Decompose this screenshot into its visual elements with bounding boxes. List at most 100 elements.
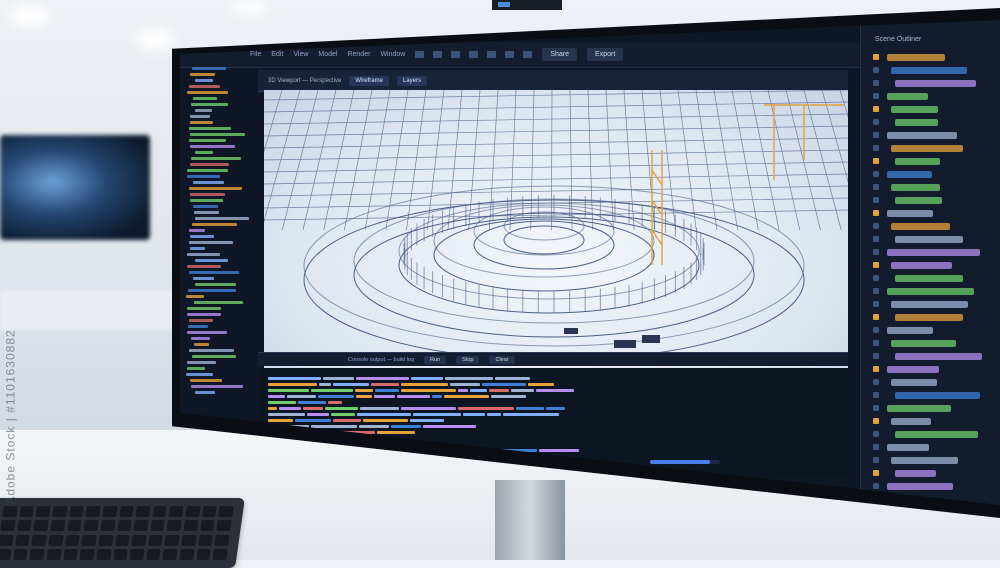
outliner-item[interactable] [891, 379, 938, 386]
outliner-item[interactable] [887, 288, 974, 295]
outliner-item[interactable] [891, 223, 950, 230]
outliner-item-icon [873, 457, 879, 463]
outliner-item[interactable] [891, 457, 958, 464]
outliner-item[interactable] [887, 93, 928, 100]
keyboard-key [118, 506, 134, 517]
outliner-item-icon [873, 405, 879, 411]
grid-icon[interactable] [469, 51, 479, 58]
outliner-item[interactable] [891, 301, 968, 308]
outliner-item-icon [873, 119, 879, 125]
outliner-item[interactable] [895, 470, 936, 477]
outliner-item[interactable] [891, 184, 940, 191]
keyboard-key [85, 506, 101, 517]
stop-button[interactable]: Stop [456, 355, 480, 364]
outliner-item[interactable] [887, 132, 957, 139]
outliner-item[interactable] [895, 158, 941, 165]
code-line [187, 325, 209, 328]
outliner-item-icon [873, 483, 879, 489]
run-button[interactable]: Run [424, 355, 447, 364]
keyboard-key [16, 520, 33, 532]
monitor-camera [492, 0, 562, 10]
viewport-header: 3D Viewport — Perspective Wireframe Laye… [258, 70, 848, 92]
outliner-item[interactable] [891, 106, 939, 113]
outliner-item[interactable] [895, 236, 963, 243]
code-line [189, 235, 214, 238]
outliner-item[interactable] [895, 353, 982, 360]
keyboard-key [52, 506, 68, 517]
keyboard-key [214, 534, 230, 546]
light-icon[interactable] [505, 51, 515, 58]
outliner-item-icon [873, 210, 879, 216]
code-line [190, 193, 226, 196]
layers-icon[interactable] [523, 51, 533, 58]
outliner-item[interactable] [887, 444, 929, 451]
outliner-item-icon [873, 470, 879, 476]
outliner-item[interactable] [891, 340, 957, 347]
code-line [186, 373, 214, 376]
menu-view[interactable]: View [293, 51, 308, 58]
outliner-item-icon [873, 444, 879, 450]
outliner-item[interactable] [891, 418, 931, 425]
outliner-item[interactable] [887, 483, 953, 490]
code-line [186, 313, 222, 316]
keyboard-key [83, 520, 99, 532]
equipment-blocks [564, 328, 660, 348]
outliner-item[interactable] [895, 197, 942, 204]
code-line [189, 187, 243, 190]
scale-tool-icon[interactable] [451, 51, 461, 58]
code-line [191, 67, 227, 70]
tab-layers[interactable]: Layers [396, 75, 427, 86]
console-line [268, 395, 838, 398]
outliner-item-icon [873, 392, 879, 398]
toolbar-icons [415, 51, 533, 58]
keyboard-key [150, 520, 166, 532]
share-button[interactable]: Share [542, 48, 578, 61]
outliner-item-icon [873, 314, 879, 320]
code-line [186, 295, 205, 298]
menu-model[interactable]: Model [318, 51, 337, 58]
outliner-item-icon [873, 145, 879, 151]
code-line [188, 319, 214, 322]
menu-window[interactable]: Window [380, 51, 405, 58]
outliner-item-icon [873, 353, 879, 359]
keyboard-key [212, 548, 228, 560]
keyboard-key [114, 534, 130, 546]
code-line [189, 229, 206, 232]
code-sidebar[interactable] [180, 60, 250, 460]
outliner-item[interactable] [895, 80, 976, 87]
code-line [190, 163, 230, 166]
keyboard-key [64, 534, 80, 546]
outliner-item[interactable] [895, 275, 963, 282]
keyboard-key [218, 506, 234, 517]
move-tool-icon[interactable] [415, 51, 425, 58]
outliner-item-icon [873, 236, 879, 242]
outliner-item[interactable] [895, 314, 963, 321]
rotate-tool-icon[interactable] [433, 51, 443, 58]
menu-render[interactable]: Render [347, 51, 370, 58]
tab-wireframe[interactable]: Wireframe [349, 75, 389, 86]
export-button[interactable]: Export [587, 48, 624, 61]
keyboard-key [195, 548, 212, 560]
menu-file[interactable]: File [250, 51, 261, 58]
outliner-item[interactable] [887, 171, 932, 178]
code-line [190, 337, 211, 340]
outliner-item[interactable] [887, 249, 981, 256]
menu-edit[interactable]: Edit [271, 51, 283, 58]
outliner-item-icon [873, 67, 879, 73]
outliner-item-icon [873, 249, 879, 255]
camera-icon[interactable] [487, 51, 497, 58]
outliner-item[interactable] [887, 54, 945, 61]
watermark-text: Adobe Stock | #1101630882 [3, 329, 18, 505]
outliner-item[interactable] [887, 210, 934, 217]
outliner-item[interactable] [887, 366, 940, 373]
outliner-item[interactable] [895, 392, 981, 399]
outliner-item[interactable] [887, 327, 934, 334]
outliner-item[interactable] [895, 431, 979, 438]
outliner-item[interactable] [891, 262, 953, 269]
outliner-item[interactable] [895, 119, 939, 126]
clear-button[interactable]: Clear [489, 355, 515, 364]
outliner-item[interactable] [891, 67, 967, 74]
code-line [189, 145, 236, 148]
outliner-item[interactable] [891, 145, 963, 152]
outliner-item[interactable] [887, 405, 951, 412]
